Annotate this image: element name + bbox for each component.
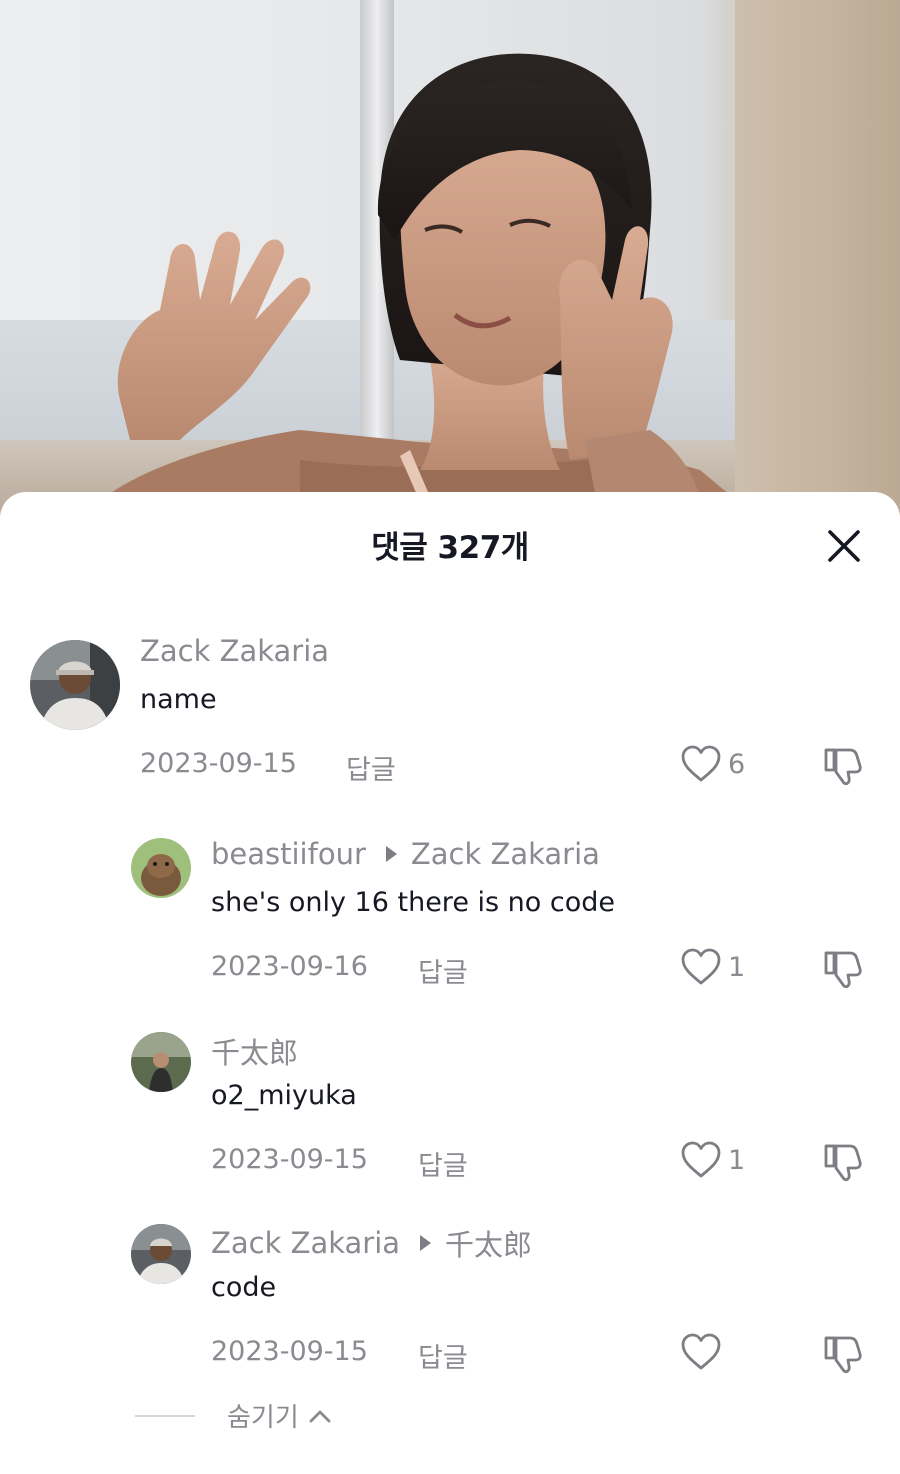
comment-text: name — [140, 684, 217, 715]
reply-button[interactable]: 답글 — [418, 1144, 468, 1183]
dislike-button[interactable] — [822, 1332, 866, 1378]
comment-text: o2_miyuka — [211, 1080, 357, 1111]
reply-to-username[interactable]: Zack Zakaria — [411, 837, 600, 871]
reply-button[interactable]: 답글 — [418, 951, 468, 990]
avatar[interactable] — [131, 838, 191, 898]
comment-date: 2023-09-15 — [211, 1336, 368, 1367]
like-count: 1 — [728, 1144, 746, 1176]
avatar[interactable] — [30, 640, 120, 730]
like-count: 1 — [728, 951, 746, 983]
comments-sheet: 댓글 327개 Zack Zakaria name 2023-09-15 답글 — [0, 492, 900, 1474]
thumbs-down-icon — [824, 1144, 862, 1182]
comment-username[interactable]: 千太郎 — [211, 1030, 298, 1072]
like-button[interactable]: 6 — [680, 744, 745, 784]
dislike-button[interactable] — [822, 744, 866, 790]
comment-text: code — [211, 1272, 277, 1303]
comment-username[interactable]: Zack Zakaria 千太郎 — [211, 1222, 532, 1264]
heart-outline-icon — [681, 1141, 721, 1178]
comment-username[interactable]: beastiifour Zack Zakaria — [211, 837, 600, 871]
like-button[interactable] — [680, 1332, 728, 1372]
thumbs-down-icon — [824, 748, 862, 786]
comment-username[interactable]: Zack Zakaria — [140, 634, 329, 668]
chevron-up-icon — [309, 1410, 331, 1422]
thumbs-down-icon — [824, 951, 862, 989]
username-label[interactable]: Zack Zakaria — [211, 1226, 400, 1260]
comment-date: 2023-09-16 — [211, 951, 368, 982]
reply-button[interactable]: 답글 — [418, 1336, 468, 1375]
like-button[interactable]: 1 — [680, 1140, 745, 1180]
comment-date: 2023-09-15 — [140, 748, 297, 779]
avatar[interactable] — [131, 1032, 191, 1092]
divider — [135, 1414, 195, 1417]
reply-button[interactable]: 답글 — [346, 748, 396, 787]
like-count: 6 — [728, 748, 746, 780]
video-person-figure — [80, 53, 760, 520]
close-icon — [828, 530, 860, 562]
thumbs-down-icon — [824, 1336, 862, 1374]
comment-date: 2023-09-15 — [211, 1144, 368, 1175]
comment-text: she's only 16 there is no code — [211, 887, 615, 918]
hide-replies-label: 숨기기 — [227, 1403, 299, 1433]
reply-to-arrow-icon — [385, 846, 397, 862]
username-label[interactable]: 千太郎 — [211, 1030, 298, 1072]
heart-outline-icon — [681, 1333, 721, 1370]
reply-to-arrow-icon — [420, 1235, 432, 1251]
avatar[interactable] — [131, 1224, 191, 1284]
comments-title: 댓글 327개 — [371, 530, 529, 566]
username-label[interactable]: Zack Zakaria — [140, 634, 329, 668]
heart-outline-icon — [681, 948, 721, 985]
hide-replies-row: 숨기기 — [135, 1397, 333, 1434]
reply-to-username[interactable]: 千太郎 — [445, 1222, 532, 1264]
like-button[interactable]: 1 — [680, 947, 745, 987]
hide-replies-button[interactable]: 숨기기 — [227, 1397, 333, 1434]
close-button[interactable] — [818, 520, 870, 572]
dislike-button[interactable] — [822, 1140, 866, 1186]
username-label[interactable]: beastiifour — [211, 837, 366, 871]
heart-outline-icon — [681, 745, 721, 782]
dislike-button[interactable] — [822, 947, 866, 993]
video-player[interactable] — [0, 0, 900, 520]
